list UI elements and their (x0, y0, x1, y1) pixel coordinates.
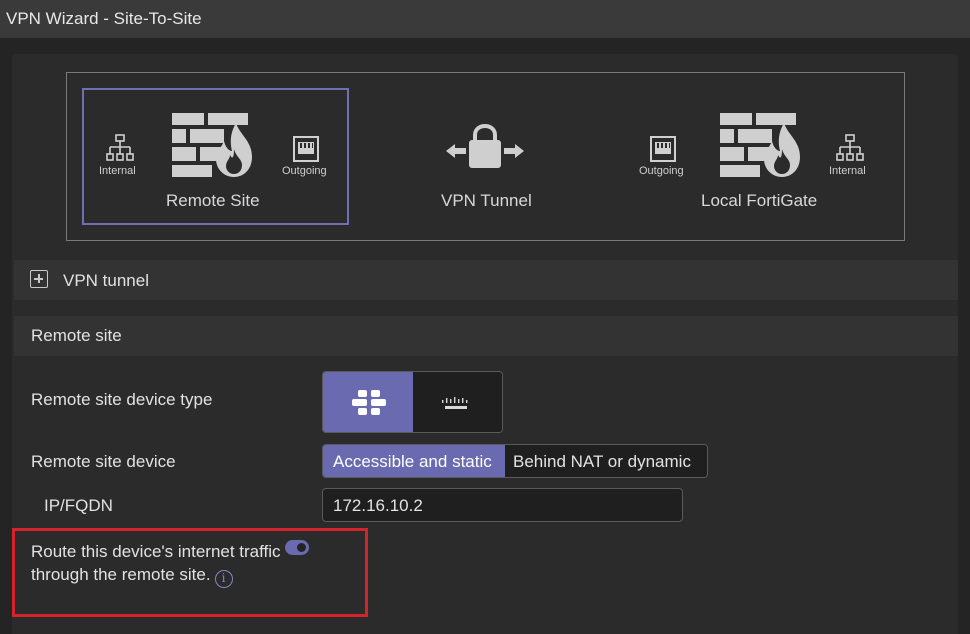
vpn-tunnel-label: VPN Tunnel (441, 191, 532, 210)
firewall-icon (172, 113, 252, 177)
plus-square-icon[interactable] (30, 270, 48, 288)
cisco-logo-icon (442, 397, 468, 409)
info-icon[interactable]: i (214, 570, 233, 588)
device-type-label: Remote site device type (31, 390, 213, 409)
remote-site-section-header (14, 316, 958, 356)
fortinet-logo-icon (352, 390, 386, 415)
behind-nat-option[interactable]: Behind NAT or dynamic (505, 445, 707, 477)
device-label: Remote site device (31, 452, 176, 471)
firewall-icon (720, 113, 800, 177)
remote-outgoing-label: Outgoing (282, 165, 327, 177)
device-type-selector (322, 371, 503, 433)
lock-icon (446, 124, 524, 168)
network-icon (106, 134, 134, 161)
vpn-tunnel-section-title: VPN tunnel (63, 271, 149, 290)
ip-fqdn-input[interactable]: 172.16.10.2 (322, 488, 683, 522)
port-icon (650, 136, 676, 162)
accessible-static-option[interactable]: Accessible and static (323, 445, 505, 477)
port-icon (293, 136, 319, 162)
fortinet-option-button[interactable] (323, 372, 413, 432)
local-fortigate-label: Local FortiGate (701, 191, 818, 210)
network-icon (836, 134, 864, 161)
toggle-knob (297, 543, 306, 552)
cisco-option-button[interactable] (413, 372, 502, 432)
route-internet-text: Route this device's internet traffic thr… (31, 542, 281, 584)
route-internet-toggle[interactable] (285, 540, 309, 555)
vpn-tunnel-section-header[interactable] (14, 260, 958, 300)
remote-site-label: Remote Site (166, 191, 260, 210)
device-mode-segmented-control: Accessible and static Behind NAT or dyna… (322, 444, 708, 478)
remote-internal-label: Internal (99, 165, 136, 177)
ip-fqdn-label: IP/FQDN (44, 496, 113, 515)
remote-site-section-title: Remote site (31, 326, 122, 345)
local-internal-label: Internal (829, 165, 866, 177)
window-title: VPN Wizard - Site-To-Site (0, 0, 970, 38)
local-outgoing-label: Outgoing (639, 165, 684, 177)
route-internet-label: Route this device's internet traffic thr… (31, 540, 281, 588)
